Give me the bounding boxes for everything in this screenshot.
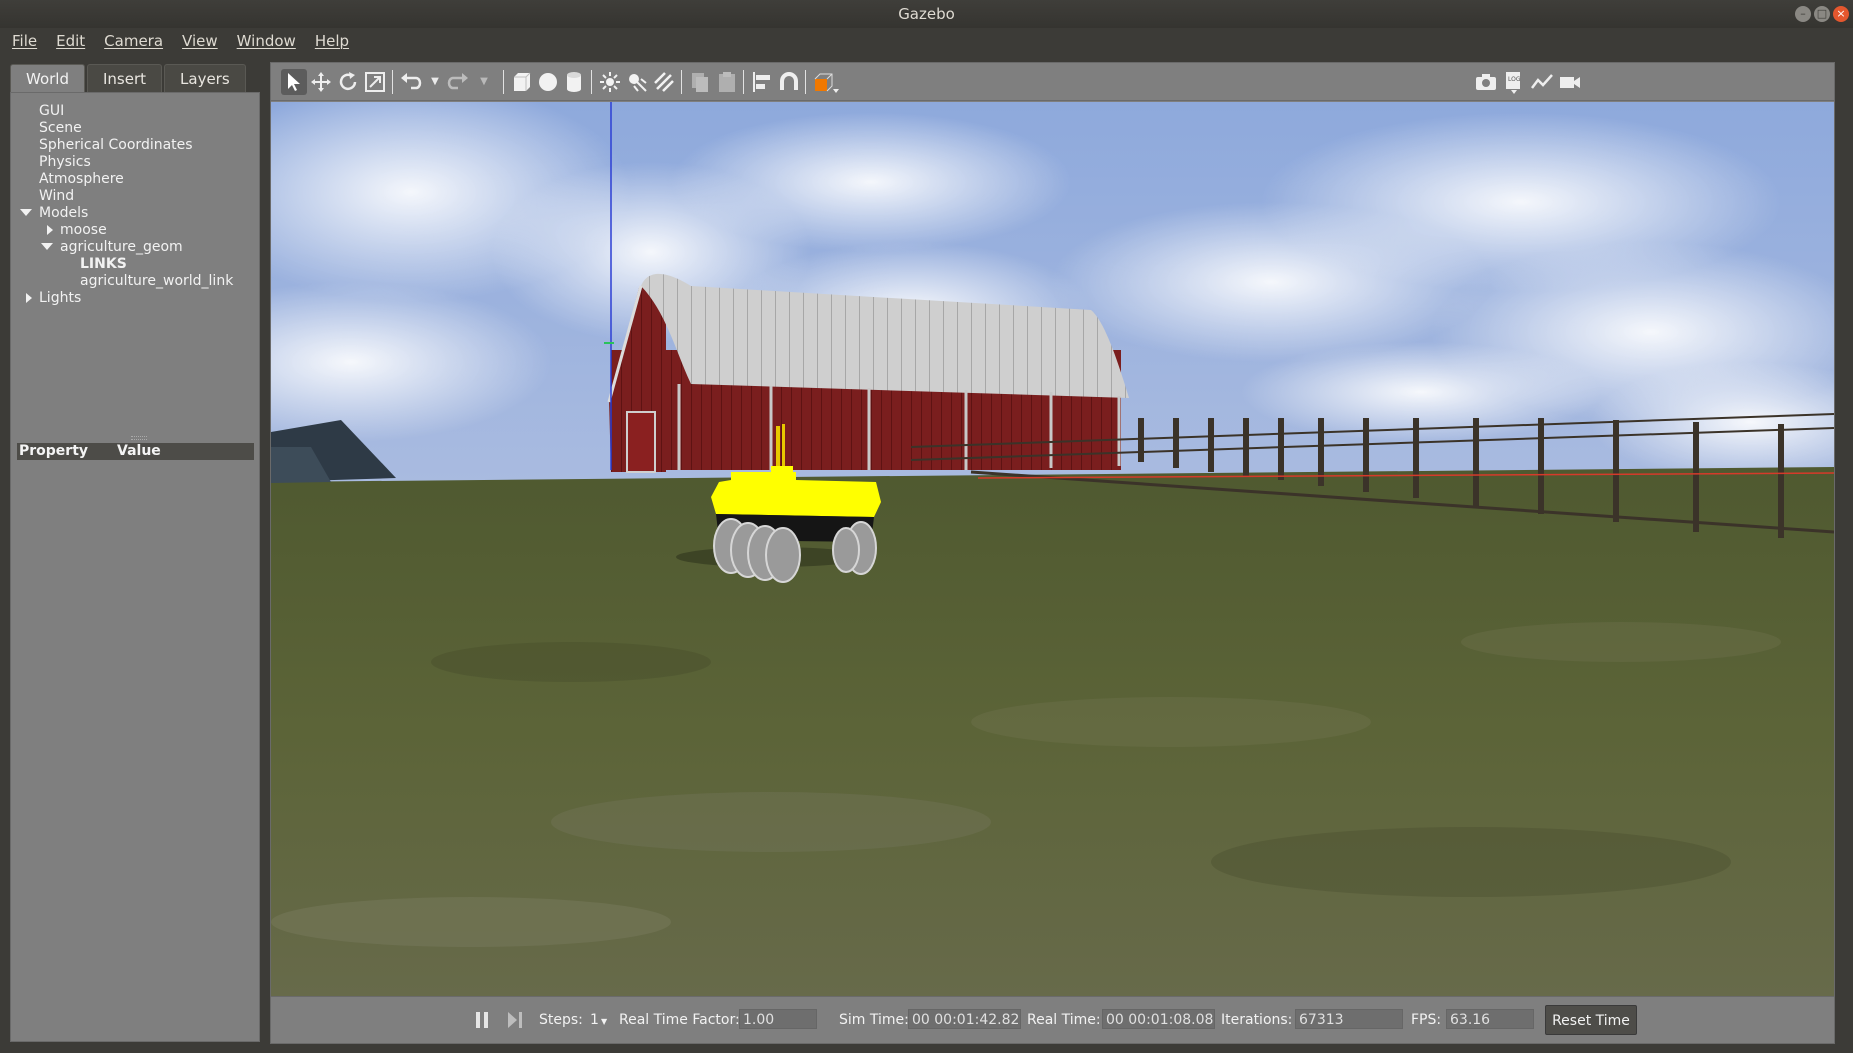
sim-time-label: Sim Time: [839, 1012, 909, 1028]
expand-moose-icon[interactable] [47, 225, 53, 235]
tab-world[interactable]: World [10, 64, 85, 92]
property-table-header: Property Value [17, 443, 254, 460]
tree-item-spherical-coordinates[interactable]: Spherical Coordinates [39, 137, 193, 153]
record-video-icon[interactable] [1557, 69, 1583, 95]
undo-icon[interactable] [397, 69, 423, 95]
fps-field: 63.16 [1446, 1009, 1534, 1029]
window-controls: – □ × [1795, 6, 1849, 22]
steps-label: Steps: [539, 1012, 583, 1028]
undo-dropdown-icon[interactable]: ▼ [422, 69, 448, 95]
plot-icon[interactable] [1529, 69, 1555, 95]
left-panel-tabs: World Insert Layers [10, 64, 248, 92]
sphere-shape-icon[interactable] [535, 69, 561, 95]
main-panel: ▼ ▼ LOG Steps: 1 ▼ Real Time Factor: 1.0… [270, 62, 1835, 1044]
paste-icon[interactable] [714, 69, 740, 95]
sim-time-field: 00 00:01:42.828 [908, 1009, 1021, 1029]
maximize-button[interactable]: □ [1814, 6, 1830, 22]
cylinder-shape-icon[interactable] [561, 69, 587, 95]
menu-view[interactable]: View [182, 32, 218, 50]
tab-insert[interactable]: Insert [87, 64, 163, 92]
menu-help[interactable]: Help [315, 32, 349, 50]
pause-icon[interactable] [475, 1011, 489, 1029]
menu-window[interactable]: Window [237, 32, 296, 50]
scale-tool-icon[interactable] [362, 69, 388, 95]
tree-item-scene[interactable]: Scene [39, 120, 82, 136]
expand-lights-icon[interactable] [26, 293, 32, 303]
real-time-label: Real Time: [1027, 1012, 1101, 1028]
expand-models-icon[interactable] [20, 209, 32, 216]
tree-item-models[interactable]: Models [39, 205, 88, 221]
window-title: Gazebo [898, 5, 955, 23]
screenshot-icon[interactable] [1473, 69, 1499, 95]
tab-layers[interactable]: Layers [164, 64, 246, 92]
menu-file[interactable]: File [12, 32, 37, 50]
redo-dropdown-icon[interactable]: ▼ [471, 69, 497, 95]
svg-text:LOG: LOG [1508, 76, 1521, 83]
simulation-status-bar: Steps: 1 ▼ Real Time Factor: 1.00 Sim Ti… [271, 996, 1834, 1043]
real-time-factor-label: Real Time Factor: [619, 1012, 740, 1028]
3d-viewport[interactable] [271, 102, 1834, 996]
iterations-field: 67313 [1295, 1009, 1403, 1029]
iterations-label: Iterations: [1221, 1012, 1293, 1028]
box-shape-icon[interactable] [509, 69, 535, 95]
tree-item-gui[interactable]: GUI [39, 103, 64, 119]
copy-icon[interactable] [687, 69, 713, 95]
directional-light-icon[interactable] [651, 69, 677, 95]
real-time-field: 00 00:01:08.088 [1102, 1009, 1215, 1029]
steps-value[interactable]: 1 [590, 1012, 599, 1028]
reset-time-button[interactable]: Reset Time [1545, 1005, 1637, 1035]
panel-splitter-handle[interactable] [131, 436, 147, 440]
expand-agriculture-geom-icon[interactable] [41, 243, 53, 250]
align-icon[interactable] [749, 69, 775, 95]
tree-item-agriculture-geom[interactable]: agriculture_geom [60, 239, 183, 255]
scene-toolbar: ▼ ▼ LOG [271, 63, 1834, 101]
log-icon[interactable]: LOG [1501, 69, 1527, 95]
tree-item-moose[interactable]: moose [60, 222, 107, 238]
snap-icon[interactable] [776, 69, 802, 95]
tree-item-atmosphere[interactable]: Atmosphere [39, 171, 124, 187]
menu-edit[interactable]: Edit [56, 32, 85, 50]
world-tree: GUI Scene Spherical Coordinates Physics … [10, 92, 260, 1042]
minimize-button[interactable]: – [1795, 6, 1811, 22]
point-light-icon[interactable] [597, 69, 623, 95]
menu-camera[interactable]: Camera [104, 32, 163, 50]
tree-item-agriculture-world-link[interactable]: agriculture_world_link [80, 273, 233, 289]
view-angle-icon[interactable] [811, 69, 839, 95]
property-column-header: Property [19, 443, 89, 459]
menu-bar: File Edit Camera View Window Help [0, 28, 1853, 54]
steps-dropdown-icon[interactable]: ▼ [601, 1017, 607, 1026]
value-column-header: Value [117, 443, 161, 459]
fps-label: FPS: [1411, 1012, 1442, 1028]
tree-item-lights[interactable]: Lights [39, 290, 81, 306]
scene-render [271, 102, 1834, 996]
select-tool-icon[interactable] [281, 69, 307, 95]
step-icon[interactable] [507, 1011, 523, 1029]
translate-tool-icon[interactable] [308, 69, 334, 95]
tree-item-links-header: LINKS [80, 256, 127, 272]
redo-icon[interactable] [446, 69, 472, 95]
real-time-factor-field: 1.00 [739, 1009, 817, 1029]
close-button[interactable]: × [1833, 6, 1849, 22]
title-bar: Gazebo – □ × [0, 0, 1853, 28]
tree-item-wind[interactable]: Wind [39, 188, 74, 204]
rotate-tool-icon[interactable] [335, 69, 361, 95]
left-panel: World Insert Layers GUI Scene Spherical … [10, 62, 260, 1044]
tree-item-physics[interactable]: Physics [39, 154, 91, 170]
spot-light-icon[interactable] [624, 69, 650, 95]
